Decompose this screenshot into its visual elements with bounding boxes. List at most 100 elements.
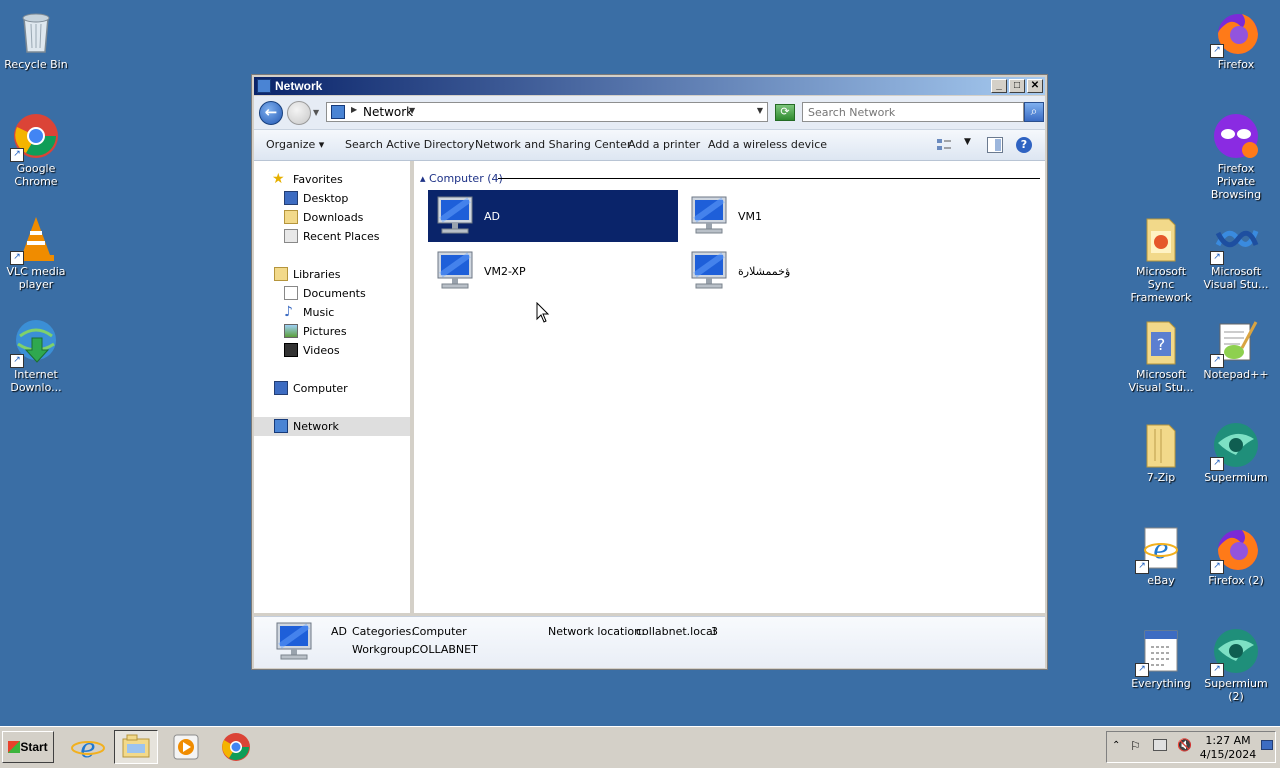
search-icon[interactable]: ⌕ — [1024, 102, 1044, 122]
nav-music[interactable]: ♪ Music — [254, 303, 410, 322]
desktop-icon-internet-download-manager[interactable]: ↗ Internet Downlo... — [0, 318, 74, 394]
nav-pictures[interactable]: Pictures — [254, 322, 410, 341]
downloads-folder-icon — [284, 210, 298, 224]
details-network-location-value: collabnet.local — [636, 625, 716, 638]
desktop-icon-google-chrome[interactable]: ↗ Google Chrome — [0, 112, 74, 188]
desktop-icon-ebay[interactable]: e ↗ eBay — [1123, 524, 1199, 587]
desktop-icon-vlc[interactable]: ↗ VLC media player — [0, 215, 74, 291]
computer-item-ad[interactable]: AD — [428, 190, 678, 242]
nav-computer[interactable]: Computer — [254, 379, 410, 398]
group-divider — [498, 178, 1040, 179]
computer-item-vm2-xp[interactable]: VM2-XP — [428, 245, 678, 297]
desktop-icon-notepadpp[interactable]: ↗ Notepad++ — [1198, 318, 1274, 381]
nav-label: Documents — [303, 287, 366, 300]
computer-item-arabic[interactable]: ؤخممشلارة — [682, 245, 932, 297]
help-icon[interactable]: ? — [1016, 137, 1032, 153]
folder-icon — [1137, 215, 1185, 263]
network-sharing-center-button[interactable]: Network and Sharing Center — [475, 138, 631, 151]
nav-label: Music — [303, 306, 335, 319]
group-header-computer[interactable]: ▴ Computer (4) — [420, 172, 503, 185]
shortcut-arrow-icon: ↗ — [1210, 560, 1224, 574]
address-dropdown-icon[interactable]: ▼ — [757, 106, 763, 115]
details-item-name: AD — [331, 625, 347, 638]
command-bar: Organize ▾ Search Active Directory Netwo… — [254, 130, 1045, 161]
taskbar-google-chrome[interactable] — [214, 730, 258, 764]
show-hidden-icons-icon[interactable]: ⌃ — [1112, 740, 1120, 751]
shortcut-arrow-icon: ↗ — [10, 251, 24, 265]
view-dropdown-icon[interactable]: ▼ — [964, 137, 971, 147]
minimize-button[interactable]: _ — [991, 79, 1007, 93]
desktop-icon-firefox-2[interactable]: ↗ Firefox (2) — [1198, 524, 1274, 587]
desktop-icon-firefox-private[interactable]: Firefox Private Browsing — [1198, 112, 1274, 201]
details-workgroup-value: COLLABNET — [412, 643, 478, 656]
search-input[interactable] — [808, 104, 1008, 120]
music-icon: ♪ — [284, 304, 293, 320]
start-button[interactable]: Start — [2, 731, 54, 763]
nav-recent-places[interactable]: Recent Places — [254, 227, 410, 246]
taskbar-media-player[interactable] — [164, 730, 208, 764]
nav-documents[interactable]: Documents — [254, 284, 410, 303]
close-button[interactable]: ✕ — [1027, 79, 1043, 93]
refresh-button[interactable]: ⟳ — [775, 104, 795, 121]
svg-text:e: e — [1153, 535, 1168, 565]
network-tray-icon[interactable] — [1153, 739, 1167, 751]
desktop-icon-microsoft-sync-framework[interactable]: Microsoft Sync Framework — [1123, 215, 1199, 304]
network-icon — [274, 419, 288, 433]
add-printer-button[interactable]: Add a printer — [628, 138, 700, 151]
volume-muted-icon[interactable]: 🔇 — [1177, 738, 1192, 752]
item-label: AD — [484, 210, 500, 223]
organize-button[interactable]: Organize ▾ — [266, 138, 324, 151]
show-desktop-icon[interactable] — [1261, 740, 1273, 750]
search-active-directory-button[interactable]: Search Active Directory — [345, 138, 475, 151]
desktop-icon-microsoft-visual-studio[interactable]: ↗ Microsoft Visual Stu... — [1198, 215, 1274, 291]
action-center-flag-icon[interactable]: ⚐ — [1130, 739, 1141, 753]
shortcut-arrow-icon: ↗ — [10, 148, 24, 162]
desktop-icon-supermium-2[interactable]: ↗ Supermium (2) — [1198, 627, 1274, 703]
nav-desktop[interactable]: Desktop — [254, 189, 410, 208]
desktop-icon-supermium[interactable]: ↗ Supermium — [1198, 421, 1274, 484]
nav-downloads[interactable]: Downloads — [254, 208, 410, 227]
nav-label: Computer — [293, 382, 348, 395]
taskbar-internet-explorer[interactable]: e — [66, 730, 110, 764]
desktop-icon-label: Google Chrome — [14, 162, 58, 188]
network-icon — [257, 79, 271, 93]
breadcrumb-chevron-icon[interactable]: ▶ — [351, 105, 357, 114]
group-header-label: Computer (4) — [429, 172, 503, 185]
desktop-icon-7zip[interactable]: 7-Zip — [1123, 421, 1199, 484]
recent-pages-dropdown-icon[interactable]: ▼ — [313, 108, 319, 117]
maximize-button[interactable]: □ — [1009, 79, 1025, 93]
item-label: ؤخممشلارة — [738, 265, 791, 278]
nav-network[interactable]: Network — [254, 417, 410, 436]
desktop-icon-microsoft-visual-studio-folder[interactable]: ? Microsoft Visual Stu... — [1123, 318, 1199, 394]
breadcrumb-chevron-icon[interactable]: ▼ — [409, 106, 415, 115]
taskbar-windows-explorer[interactable] — [114, 730, 158, 764]
desktop-icon-everything[interactable]: ↗ Everything — [1123, 627, 1199, 690]
clock[interactable]: 1:27 AM 4/15/2024 — [1199, 734, 1257, 762]
window-title: Network — [275, 79, 323, 93]
change-view-icon[interactable] — [936, 137, 952, 153]
computer-icon — [686, 195, 732, 237]
nav-libraries[interactable]: Libraries — [254, 265, 410, 284]
address-box[interactable]: ▶ Network ▼ ▼ — [326, 102, 768, 122]
computer-icon — [432, 250, 478, 292]
computer-item-vm1[interactable]: VM1 — [682, 190, 932, 242]
breadcrumb-network[interactable]: Network — [363, 105, 413, 119]
desktop-icon-recycle-bin[interactable]: Recycle Bin — [0, 8, 74, 71]
desktop-icon-firefox[interactable]: ↗ Firefox — [1198, 8, 1274, 71]
nav-favorites[interactable]: ★ Favorites — [254, 170, 410, 189]
computer-icon — [432, 195, 478, 237]
nav-videos[interactable]: Videos — [254, 341, 410, 360]
back-button[interactable]: ← — [259, 101, 283, 125]
mouse-cursor-icon — [536, 301, 550, 324]
nav-label: Videos — [303, 344, 340, 357]
desktop-icon-label: Supermium (2) — [1204, 677, 1268, 703]
desktop-icon-label: Microsoft Visual Stu... — [1128, 368, 1194, 394]
window-titlebar[interactable]: Network _ □ ✕ — [254, 77, 1045, 95]
forward-button[interactable] — [287, 101, 311, 125]
nav-label: Network — [293, 420, 339, 433]
search-box[interactable] — [802, 102, 1024, 122]
computer-icon — [686, 250, 732, 292]
add-wireless-device-button[interactable]: Add a wireless device — [708, 138, 827, 151]
preview-pane-icon[interactable] — [987, 137, 1003, 153]
internet-download-manager-icon: ↗ — [10, 318, 60, 368]
